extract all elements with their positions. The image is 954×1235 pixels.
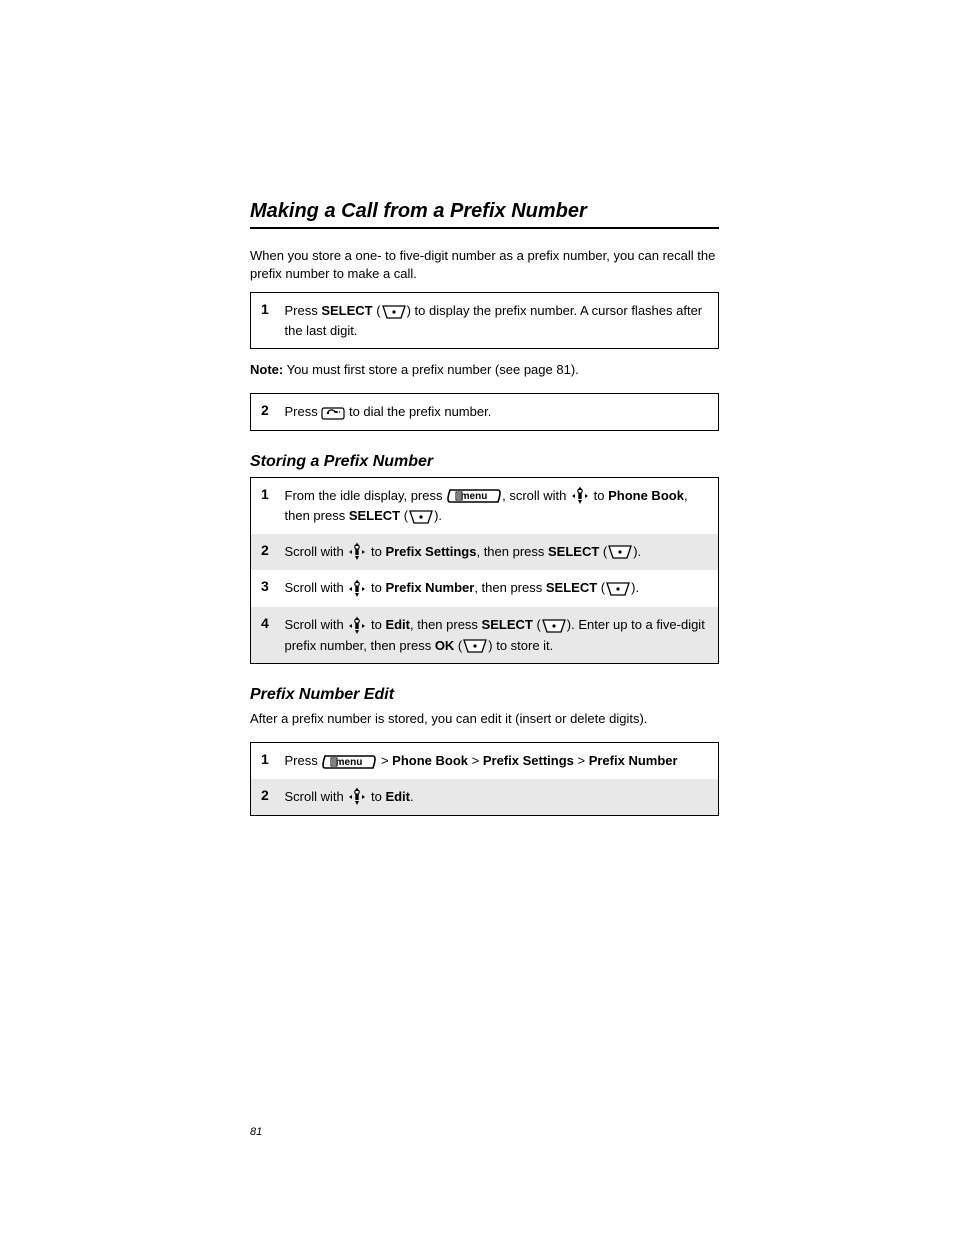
step-number: 1 (251, 293, 285, 349)
t: , then press (410, 617, 482, 632)
step-number: 2 (251, 779, 285, 816)
label-edit: Edit (385, 789, 410, 804)
section-making-call-heading: Making a Call from a Prefix Number (250, 200, 719, 223)
step-number: 1 (251, 477, 285, 534)
t: ). (631, 580, 639, 595)
step-number: 2 (251, 394, 285, 431)
step-body: Scroll with to Edit, then press SELECT (… (285, 607, 719, 664)
nav-key-icon (347, 787, 367, 807)
select-key-icon (408, 509, 434, 525)
label-edit: Edit (385, 617, 410, 632)
note-store-first: Note: You must first store a prefix numb… (250, 361, 719, 379)
t: > (377, 753, 392, 768)
speed-dial-key-icon (321, 405, 345, 421)
t: Scroll with (285, 617, 348, 632)
label-prefix-settings: Prefix Settings (385, 544, 476, 559)
svg-text:menu: menu (336, 757, 363, 768)
step-body: Scroll with to Prefix Number, then press… (285, 570, 719, 607)
step-number: 4 (251, 607, 285, 664)
select-key-icon (605, 581, 631, 597)
section-prefix-edit-heading: Prefix Number Edit (250, 686, 719, 704)
t: ( (373, 303, 381, 318)
t: ) to store it. (488, 638, 553, 653)
menu-key-icon: menu (446, 487, 502, 505)
nav-key-icon (347, 616, 367, 636)
steps-table-prefix-dial-1: 1 Press SELECT ( ) to display the prefix… (250, 292, 719, 349)
step-body: Press to dial the prefix number. (285, 394, 719, 431)
t: ( (454, 638, 462, 653)
section-divider (250, 227, 719, 229)
step-body: Press SELECT ( ) to display the prefix n… (285, 293, 719, 349)
label-select: SELECT (349, 508, 400, 523)
t: , scroll with (502, 488, 570, 503)
t: ( (533, 617, 541, 632)
menu-key-icon: menu (321, 753, 377, 771)
t: > (468, 753, 483, 768)
t: to (367, 617, 385, 632)
steps-table-prefix-edit: 1 Press menu > Phone Book > Prefix Setti… (250, 742, 719, 816)
t: , then press (476, 544, 548, 559)
select-key-icon (462, 638, 488, 654)
t: Scroll with (285, 580, 348, 595)
t: Scroll with (285, 544, 348, 559)
label-prefix-number: Prefix Number (385, 580, 474, 595)
step-number: 1 (251, 743, 285, 779)
step-body: Scroll with to Prefix Settings, then pre… (285, 534, 719, 571)
t: ). (434, 508, 442, 523)
step-body: Scroll with to Edit. (285, 779, 719, 816)
nav-key-icon (347, 542, 367, 562)
steps-table-store-prefix: 1 From the idle display, press menu , sc… (250, 477, 719, 664)
t: Press (285, 404, 322, 419)
page-number: 81 (250, 1116, 719, 1138)
t: to (590, 488, 608, 503)
label-select: SELECT (321, 303, 372, 318)
label-phone-book: Phone Book (392, 753, 468, 768)
nav-key-icon (570, 486, 590, 506)
t: . (410, 789, 414, 804)
select-key-icon (381, 304, 407, 320)
steps-table-prefix-dial-2: 2 Press to dial the prefix number. (250, 393, 719, 431)
label-select: SELECT (482, 617, 533, 632)
select-key-icon (541, 618, 567, 634)
t: ( (599, 544, 607, 559)
t: to dial the prefix number. (345, 404, 491, 419)
step-number: 3 (251, 570, 285, 607)
section-making-call-intro: When you store a one- to five-digit numb… (250, 247, 719, 282)
label-select: SELECT (548, 544, 599, 559)
step-body: From the idle display, press menu , scro… (285, 477, 719, 534)
t: Press (285, 753, 322, 768)
step-number: 2 (251, 534, 285, 571)
select-key-icon (607, 544, 633, 560)
t: Press (285, 303, 322, 318)
nav-key-icon (347, 579, 367, 599)
label-phone-book: Phone Book (608, 488, 684, 503)
section-storing-prefix-heading: Storing a Prefix Number (250, 453, 719, 471)
t: > (574, 753, 589, 768)
t: to (367, 580, 385, 595)
t: ( (400, 508, 408, 523)
t: to (367, 544, 385, 559)
label-prefix-settings: Prefix Settings (483, 753, 574, 768)
note-text: You must first store a prefix number (se… (283, 362, 579, 377)
label-prefix-number: Prefix Number (589, 753, 678, 768)
note-label: Note: (250, 362, 283, 377)
t: From the idle display, press (285, 488, 447, 503)
svg-text:menu: menu (461, 491, 488, 502)
label-select: SELECT (546, 580, 597, 595)
label-ok: OK (435, 638, 455, 653)
t: ). (633, 544, 641, 559)
t: , then press (474, 580, 546, 595)
t: to (367, 789, 385, 804)
t: Scroll with (285, 789, 348, 804)
section-prefix-edit-intro: After a prefix number is stored, you can… (250, 710, 719, 728)
t: ( (597, 580, 605, 595)
step-body: Press menu > Phone Book > Prefix Setting… (285, 743, 719, 779)
